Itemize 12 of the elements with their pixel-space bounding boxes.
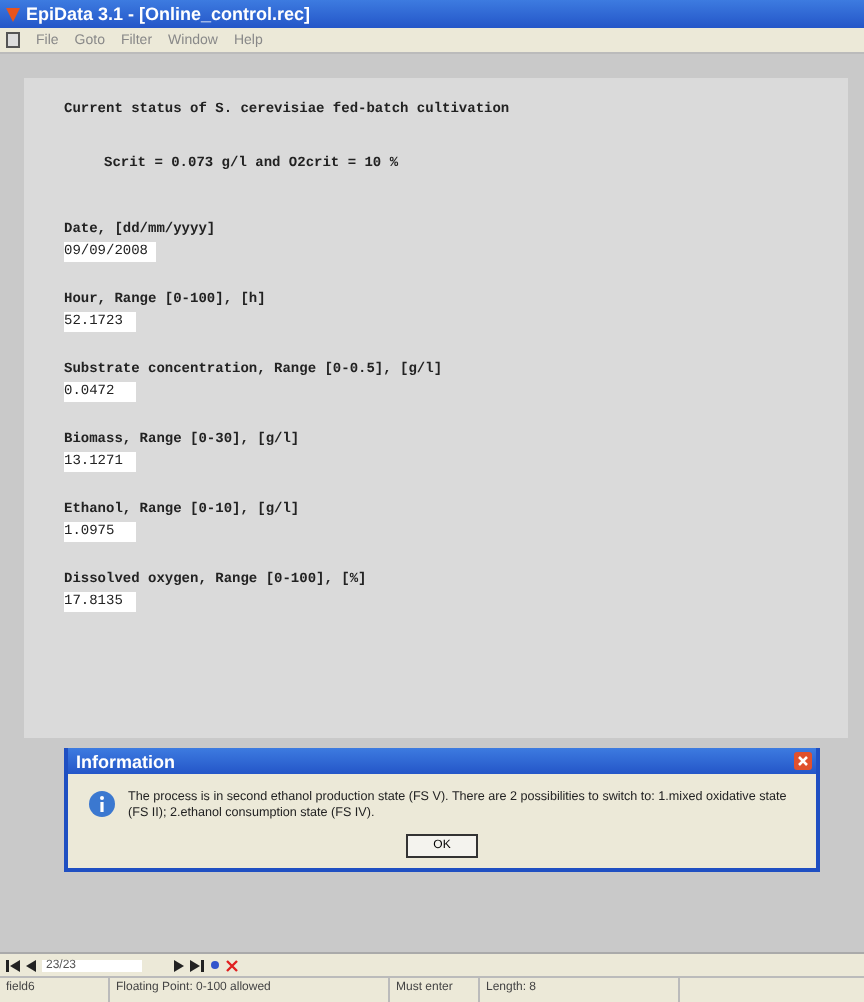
last-record-icon[interactable] <box>190 959 204 971</box>
close-icon[interactable] <box>794 752 812 770</box>
document-icon <box>6 32 20 48</box>
first-record-icon[interactable] <box>6 959 20 971</box>
dialog-title: Information <box>76 751 175 771</box>
info-icon <box>88 790 116 818</box>
window-title: EpiData 3.1 - [Online_control.rec] <box>26 4 311 24</box>
delete-icon[interactable] <box>226 959 238 971</box>
new-record-icon[interactable] <box>210 960 220 970</box>
app-icon <box>6 7 20 21</box>
previous-record-icon[interactable] <box>26 959 36 971</box>
next-record-icon[interactable] <box>174 959 184 971</box>
